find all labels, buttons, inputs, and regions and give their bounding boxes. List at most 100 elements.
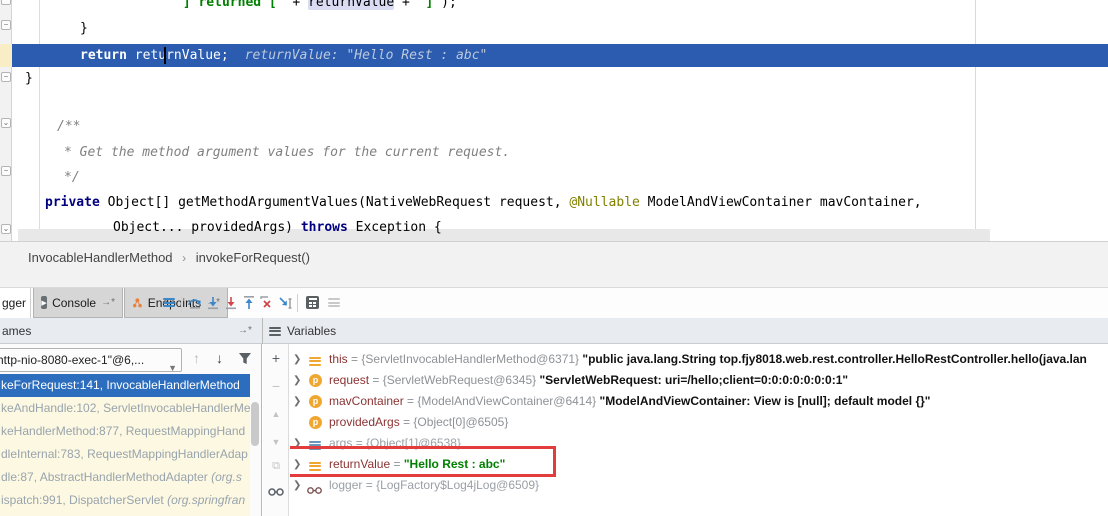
- variables-menu-icon[interactable]: [269, 324, 281, 342]
- javadoc-line: * Get the method argument values for the…: [64, 144, 510, 162]
- tab-console[interactable]: ▶ Console →*: [33, 288, 123, 318]
- frame-row[interactable]: dle:87, AbstractHandlerMethodAdapter (or…: [0, 466, 250, 489]
- breadcrumb-separator-icon: ›: [176, 251, 192, 265]
- frame-down-icon[interactable]: ↓: [216, 350, 223, 366]
- console-icon: ▶: [41, 296, 47, 309]
- fold-marker-icon[interactable]: [1, 0, 11, 5]
- javadoc-line: */: [64, 169, 80, 187]
- panel-divider: [262, 318, 263, 344]
- panel-header-row: ames →* Variables: [0, 318, 1108, 344]
- value-icon: [309, 458, 321, 475]
- tab-debugger-partial[interactable]: gger: [0, 288, 31, 318]
- breadcrumb-method[interactable]: invokeForRequest(): [196, 250, 310, 265]
- fold-expand-icon[interactable]: ⌄: [1, 118, 11, 128]
- evaluate-expression-icon[interactable]: [304, 294, 321, 311]
- show-watches-icon[interactable]: [268, 484, 284, 500]
- step-out-icon[interactable]: [240, 294, 257, 311]
- ide-debug-window: − − ⌄ − ⌄ "] returned [" + returnValue +…: [0, 0, 1108, 516]
- variable-row-request[interactable]: ❯ p request = {ServletWebRequest@6345} "…: [290, 370, 1108, 391]
- variable-row-this[interactable]: ❯ this = {ServletInvocableHandlerMethod@…: [290, 349, 1108, 370]
- string-literal: "]": [418, 0, 441, 10]
- debug-toolbar-row: gger ▶ Console →* Endpoints →*: [0, 288, 1108, 318]
- tab-label: Console: [52, 296, 96, 310]
- variable-row-args[interactable]: ❯ args = {Object[1]@6538}: [290, 433, 1108, 454]
- watches-toolbar: + − ▲ ▼ ⧉: [263, 344, 289, 516]
- frame-row[interactable]: dleInternal:783, RequestMappingHandlerAd…: [0, 443, 250, 466]
- code-line: "] returned [" + returnValue + "]");: [175, 0, 457, 12]
- toolbar-separator: [297, 294, 298, 312]
- highlighted-identifier: returnValue: [308, 0, 394, 10]
- glasses-icon: [307, 481, 322, 496]
- remove-watch-icon[interactable]: −: [268, 378, 284, 394]
- expand-chevron-icon[interactable]: ❯: [293, 391, 301, 412]
- force-step-into-icon[interactable]: [222, 294, 239, 311]
- frames-list: keForRequest:141, InvocableHandlerMethod…: [0, 374, 250, 516]
- run-to-cursor-icon[interactable]: [277, 294, 294, 311]
- expand-chevron-icon[interactable]: ❯: [293, 454, 301, 475]
- expand-chevron-icon[interactable]: ❯: [293, 370, 301, 391]
- thread-dropdown-value: http-nio-8080-exec-1"@6,...: [0, 353, 144, 367]
- move-watch-up-icon[interactable]: ▲: [268, 406, 284, 422]
- breadcrumb-class[interactable]: InvocableHandlerMethod: [28, 250, 173, 265]
- expand-chevron-icon[interactable]: ❯: [293, 475, 301, 496]
- right-margin-guide: [975, 0, 976, 241]
- fold-collapse-icon[interactable]: −: [1, 166, 11, 176]
- frames-panel-title: ames: [2, 324, 31, 338]
- thread-dropdown[interactable]: http-nio-8080-exec-1"@6,... ▼: [0, 348, 182, 372]
- toolbar-separator: [181, 294, 182, 312]
- view-options-icon[interactable]: [160, 294, 177, 311]
- javadoc-line: /**: [57, 118, 80, 136]
- code-editor[interactable]: − − ⌄ − ⌄ "] returned [" + returnValue +…: [0, 0, 1108, 241]
- fold-collapse-icon[interactable]: −: [1, 72, 11, 82]
- duplicate-watch-icon[interactable]: ⧉: [268, 458, 284, 474]
- layout-settings-icon[interactable]: [325, 294, 342, 311]
- method-signature-line2: Object... providedArgs) throws Exception…: [113, 219, 442, 237]
- debugger-inline-hint: returnValue: "Hello Rest : abc": [229, 48, 488, 63]
- execution-code-line: return returnValue;returnValue: "Hello R…: [80, 47, 487, 65]
- code-line: }: [25, 70, 33, 88]
- frame-row-selected[interactable]: keForRequest:141, InvocableHandlerMethod: [0, 374, 250, 397]
- drop-frame-icon[interactable]: [258, 294, 275, 311]
- method-signature-line: private Object[] getMethodArgumentValues…: [45, 194, 922, 212]
- parameter-icon: p: [309, 374, 322, 387]
- code-line: }: [80, 20, 88, 38]
- frames-scrollbar-thumb[interactable]: [251, 402, 259, 446]
- return-keyword: return: [80, 48, 127, 63]
- value-icon: [309, 353, 321, 370]
- variable-row-mavcontainer[interactable]: ❯ p mavContainer = {ModelAndViewContaine…: [290, 391, 1108, 412]
- step-into-icon[interactable]: [204, 294, 221, 311]
- fold-collapse-icon[interactable]: −: [1, 20, 11, 30]
- frames-panel: http-nio-8080-exec-1"@6,... ▼ ↑ ↓ keForR…: [0, 344, 262, 516]
- endpoints-icon: [132, 296, 143, 310]
- private-keyword: private: [45, 195, 100, 210]
- frame-row[interactable]: ervice:925, DispatcherServlet (org.sprin…: [0, 512, 250, 516]
- frame-up-icon[interactable]: ↑: [193, 350, 200, 366]
- parameter-icon: p: [309, 416, 322, 429]
- text-caret: [164, 47, 166, 64]
- frame-row[interactable]: keHandlerMethod:877, RequestMappingHand: [0, 420, 250, 443]
- move-watch-down-icon[interactable]: ▼: [268, 434, 284, 450]
- filter-frames-icon[interactable]: [238, 352, 252, 365]
- throws-keyword: throws: [301, 220, 348, 235]
- breadcrumb-bar: InvocableHandlerMethod › invokeForReques…: [0, 241, 1108, 288]
- variable-row-returnvalue[interactable]: ❯ returnValue = "Hello Rest : abc": [290, 454, 1108, 475]
- frames-pin-icon[interactable]: →*: [238, 325, 252, 336]
- variables-panel-title: Variables: [287, 324, 336, 338]
- variable-row-logger[interactable]: ❯ logger = {LogFactory$Log4jLog@6509}: [290, 475, 1108, 496]
- frame-row[interactable]: ispatch:991, DispatcherServlet (org.spri…: [0, 489, 250, 512]
- string-literal: "] returned [": [175, 0, 285, 10]
- tab-label: gger: [2, 296, 26, 310]
- expand-chevron-icon[interactable]: ❯: [293, 349, 301, 370]
- add-watch-icon[interactable]: +: [268, 350, 284, 366]
- array-icon: [309, 437, 321, 454]
- parameter-icon: p: [309, 395, 322, 408]
- step-over-icon[interactable]: [186, 294, 203, 311]
- breadcrumb: InvocableHandlerMethod › invokeForReques…: [28, 250, 310, 265]
- nullable-annotation: @Nullable: [569, 195, 639, 210]
- execution-line-gutter-highlight: [0, 44, 12, 67]
- variable-row-providedargs[interactable]: p providedArgs = {Object[0]@6505}: [290, 412, 1108, 433]
- frame-row[interactable]: keAndHandle:102, ServletInvocableHandler…: [0, 397, 250, 420]
- expand-chevron-icon[interactable]: ❯: [293, 433, 301, 454]
- indent-guide: [39, 0, 40, 232]
- fold-expand-icon[interactable]: ⌄: [1, 224, 11, 234]
